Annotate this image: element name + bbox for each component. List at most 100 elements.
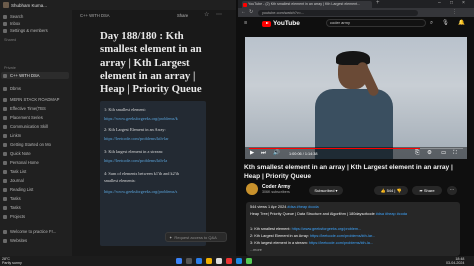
video-player[interactable]: ▶ ⏭ 🔊 1:00:06 / 1:14:38 ⎘ ⚙ ▭ ⛶ (245, 37, 467, 159)
desc-line-4: 1: Kth smallest element: https://www.gee… (250, 227, 362, 231)
sidebar-page-cpp-with-dsa[interactable]: C++ WITH DSA (1, 72, 69, 79)
block-line-4b: smallest elements: (104, 178, 136, 183)
sidebar-page-websites[interactable]: Websites (3, 238, 27, 243)
captions-icon[interactable]: ⎘ (415, 150, 419, 157)
youtube-logo[interactable]: YouTube (262, 20, 300, 27)
sidebar-item-settings[interactable]: Settings & members (3, 28, 48, 33)
system-clock[interactable]: 18:48 03-04-2024 (446, 257, 464, 265)
next-icon[interactable]: ⏭ (261, 150, 266, 157)
breadcrumb[interactable]: C++ WITH DSA (80, 13, 110, 18)
sidebar-item-search[interactable]: Search (3, 14, 23, 19)
more-actions-button[interactable]: ⋯ (447, 186, 457, 195)
sidebar-page-welcome[interactable]: Welcome to practice Fr... (3, 229, 56, 234)
settings-icon[interactable]: ⚙ (427, 150, 432, 156)
section-header-shared: Shared (4, 38, 17, 42)
more-icon[interactable]: ⋯ (216, 11, 222, 18)
close-icon[interactable]: × (462, 0, 465, 6)
sidebar-page-getting-started[interactable]: Getting Started on Mo (3, 142, 51, 147)
new-tab-icon[interactable]: + (376, 0, 380, 6)
reload-icon[interactable]: ↻ (249, 9, 253, 15)
workspace-avatar (3, 2, 9, 8)
chrome-icon[interactable] (226, 258, 232, 264)
theater-icon[interactable]: ▭ (441, 150, 446, 156)
sidebar-item-inbox[interactable]: Inbox (3, 21, 20, 26)
video-time: 1:00:06 / 1:14:38 (289, 151, 318, 156)
video-progress-fill (249, 148, 421, 150)
sidebar-page-placement[interactable]: Placement Series (3, 115, 43, 120)
back-icon[interactable]: ← (241, 9, 246, 15)
page-icon (3, 73, 7, 78)
url-field[interactable]: youtube.com/watch?v=... (258, 9, 418, 16)
sidebar-page-dbms[interactable]: Dbms (3, 86, 21, 91)
share-button[interactable]: Share (177, 13, 188, 18)
desc-line-5: 2: Kth Largest Element in an Array: http… (250, 234, 376, 238)
sidebar-page-communication[interactable]: Communication Skill (3, 124, 48, 129)
block-link-2[interactable]: https://leetcode.com/problems/kth-lar (104, 135, 169, 143)
search-input[interactable]: coder army (326, 19, 426, 27)
block-link-4[interactable]: https://www.geeksforgeeks.org/problems/s (104, 188, 177, 196)
fullscreen-icon[interactable]: ⛶ (453, 150, 457, 157)
sidebar-page-journal[interactable]: Journal (3, 178, 24, 183)
tab-youtube[interactable]: YouTube - (2) Kth smallest element in an… (242, 1, 372, 8)
share-button[interactable]: ➦ Share (412, 186, 442, 195)
channel-avatar[interactable] (246, 183, 258, 195)
show-more-link[interactable]: ...more (250, 248, 262, 254)
block-line-2: 2: Kth Largest Element in an Array: (104, 127, 166, 132)
sidebar-page-projects[interactable]: Projects (3, 214, 25, 219)
desktop: Shubham Kuma... Search Inbox Settings & … (0, 0, 474, 266)
desc-line-1: 544 views 1 Apr 2024 #dsa #heap #coda (250, 205, 319, 209)
weather-widget[interactable]: 28°C Partly sunny (2, 257, 22, 265)
sidebar-page-tasks-2[interactable]: Tasks (3, 205, 21, 210)
search-taskbar-icon[interactable] (186, 258, 192, 264)
sidebar-page-tasks[interactable]: Tasks (3, 196, 21, 201)
youtube-wordmark: YouTube (273, 20, 300, 27)
volume-icon[interactable]: 🔊 (273, 150, 280, 156)
star-icon[interactable]: ☆ (204, 11, 209, 18)
hamburger-icon[interactable]: ≡ (244, 20, 247, 26)
channel-info[interactable]: Coder Army 306K subscribers (246, 183, 290, 195)
vscode-icon[interactable] (236, 258, 242, 264)
sidebar-page-reading-list[interactable]: Reading List (3, 187, 33, 192)
explorer-icon[interactable] (206, 258, 212, 264)
maximize-icon[interactable]: □ (450, 0, 453, 6)
block-link-1[interactable]: https://www.geeksforgeeks.org/problems/k (104, 115, 178, 123)
video-frame-presenter (315, 51, 393, 159)
play-icon[interactable]: ▶ (250, 150, 254, 156)
block-line-3: 3: Kth largest element in a stream: (104, 149, 164, 154)
subscribed-button[interactable]: Subscribed ▾ (309, 186, 343, 195)
page-icon (3, 238, 7, 243)
workspace-name: Shubham Kuma... (11, 2, 48, 8)
taskbar: 28°C Partly sunny 18:48 03-04-2024 (0, 256, 474, 266)
tab-title: YouTube - (2) Kth smallest element in an… (248, 2, 361, 6)
video-progress-bar[interactable] (249, 148, 463, 150)
tab-bar: YouTube - (2) Kth smallest element in an… (238, 0, 474, 8)
search-icon[interactable]: ⌕ (430, 20, 433, 27)
sidebar-page-mern[interactable]: MERN STACK ROADMAP (3, 97, 59, 102)
block-link-3[interactable]: https://leetcode.com/problems/kth-la (104, 157, 167, 165)
minimize-icon[interactable]: – (438, 0, 441, 6)
notion-topbar: C++ WITH DSA Share ☆ ⋯ (72, 10, 236, 20)
gear-icon (3, 28, 7, 33)
mic-icon[interactable]: 🎙 (442, 20, 449, 26)
app-icon[interactable] (246, 258, 252, 264)
sidebar-page-task-list[interactable]: Task List (3, 169, 26, 174)
sparkle-icon: ✦ (169, 234, 173, 240)
ai-question-input[interactable]: ✦ Request access to Q&A (165, 232, 227, 242)
sidebar-page-personal-home[interactable]: Personal Home (3, 160, 39, 165)
weather-desc: Partly sunny (2, 261, 22, 265)
workspace-switcher[interactable]: Shubham Kuma... (3, 2, 47, 8)
like-button[interactable]: 👍 544 | 👎 (374, 186, 408, 195)
sidebar-page-quick-note[interactable]: Quick Note (3, 151, 31, 156)
sidebar-page-effective-time[interactable]: Effective Time(TBS (3, 106, 46, 111)
start-icon[interactable] (176, 258, 182, 264)
page-icon (3, 106, 7, 111)
desc-line-2: Heap Tree| Priority Queue | Data Structu… (250, 212, 408, 216)
notifications-icon[interactable]: 🔔 (458, 20, 465, 26)
notion-icon[interactable] (216, 258, 222, 264)
search-icon (3, 14, 7, 19)
edge-icon[interactable] (196, 258, 202, 264)
page-icon (3, 187, 7, 192)
sidebar-page-linkin[interactable]: LinkIn (3, 133, 21, 138)
page-title[interactable]: Day 188/180 : Kth smallest element in an… (100, 30, 208, 96)
menu-icon[interactable]: ⋮ (452, 9, 457, 15)
